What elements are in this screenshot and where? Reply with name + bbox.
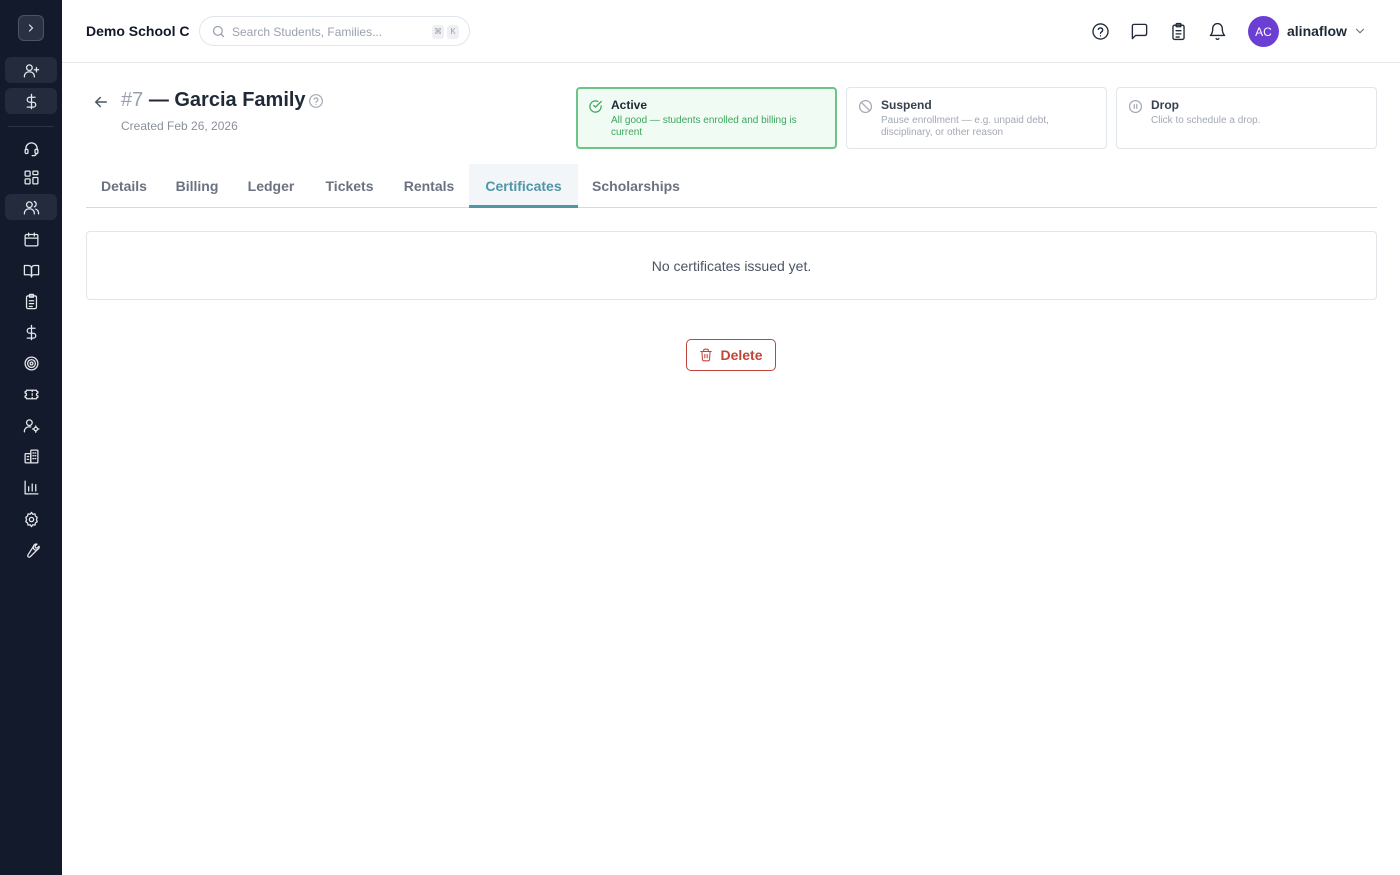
sidebar-item-reports[interactable] xyxy=(5,474,57,500)
tab-certificates[interactable]: Certificates xyxy=(469,164,578,208)
sidebar-item-finance[interactable] xyxy=(5,319,57,345)
tab-rentals[interactable]: Rentals xyxy=(389,164,469,207)
check-circle-icon xyxy=(589,100,602,113)
chevron-right-icon xyxy=(28,24,34,32)
users-icon xyxy=(23,200,39,215)
school-name: Demo School C xyxy=(86,23,190,39)
status-active-card[interactable]: Active All good — students enrolled and … xyxy=(576,87,837,149)
family-name: — Garcia Family xyxy=(148,89,306,111)
tasks-button[interactable] xyxy=(1167,20,1189,42)
tab-ledger[interactable]: Ledger xyxy=(232,164,310,207)
tab-scholarships[interactable]: Scholarships xyxy=(578,164,694,207)
pause-circle-icon xyxy=(1128,99,1143,114)
wrench-icon xyxy=(26,542,40,558)
top-bar: Demo School C ⌘ K AC alinaflow xyxy=(62,0,1400,63)
created-date: Created Feb 26, 2026 xyxy=(121,119,238,133)
help-button[interactable] xyxy=(1089,20,1111,42)
book-icon xyxy=(23,264,39,278)
status-drop-card[interactable]: Drop Click to schedule a drop. xyxy=(1116,87,1377,149)
search-icon xyxy=(212,25,225,38)
tab-details[interactable]: Details xyxy=(86,164,162,207)
bar-chart-icon xyxy=(23,479,39,495)
sidebar-item-families[interactable] xyxy=(5,194,57,220)
back-arrow-icon[interactable] xyxy=(92,93,110,111)
clipboard-icon xyxy=(25,293,37,309)
tab-tickets[interactable]: Tickets xyxy=(310,164,389,207)
trash-icon xyxy=(700,348,713,362)
user-plus-icon xyxy=(23,63,39,78)
family-number: #7 xyxy=(121,89,144,111)
status-title: Suspend xyxy=(881,98,932,112)
status-description: Click to schedule a drop. xyxy=(1151,115,1261,126)
user-name[interactable]: alinaflow xyxy=(1287,23,1347,39)
status-description: All good — students enrolled and billing… xyxy=(611,115,797,138)
building-icon xyxy=(23,448,39,464)
search-input[interactable] xyxy=(232,23,422,41)
help-circle-icon[interactable] xyxy=(308,93,324,109)
ticket-icon xyxy=(23,389,39,399)
family-tabs: Details Billing Ledger Tickets Rentals C… xyxy=(86,164,1377,208)
sidebar xyxy=(0,0,62,875)
status-title: Active xyxy=(611,98,648,112)
sidebar-expand-button[interactable] xyxy=(18,15,44,41)
sidebar-item-calendar[interactable] xyxy=(5,226,57,252)
sidebar-item-add-user[interactable] xyxy=(5,57,57,83)
sidebar-item-courses[interactable] xyxy=(5,257,57,283)
clipboard-icon xyxy=(1171,22,1185,40)
help-circle-icon xyxy=(1091,22,1109,40)
sidebar-divider xyxy=(8,126,54,127)
sidebar-item-buildings[interactable] xyxy=(5,443,57,469)
sidebar-item-dashboard[interactable] xyxy=(5,164,57,190)
sidebar-item-assignments[interactable] xyxy=(5,288,57,314)
bell-icon xyxy=(1209,22,1225,40)
dollar-icon xyxy=(26,93,36,109)
status-suspend-card[interactable]: Suspend Pause enrollment — e.g. unpaid d… xyxy=(846,87,1107,149)
empty-message: No certificates issued yet. xyxy=(651,257,812,274)
headset-icon xyxy=(23,141,39,156)
chevron-down-icon[interactable] xyxy=(1353,24,1367,38)
target-icon xyxy=(23,355,39,371)
shortcut-key-cmd: ⌘ xyxy=(432,25,444,39)
dollar-icon xyxy=(26,324,36,340)
ban-icon xyxy=(858,99,873,114)
certificates-empty-state: No certificates issued yet. xyxy=(86,231,1377,300)
tab-billing[interactable]: Billing xyxy=(162,164,232,207)
status-description: Pause enrollment — e.g. unpaid debt, dis… xyxy=(881,115,1049,138)
global-search[interactable]: ⌘ K xyxy=(199,16,470,46)
sidebar-item-goals[interactable] xyxy=(5,350,57,376)
delete-label: Delete xyxy=(720,347,763,363)
gear-icon xyxy=(24,511,38,527)
messages-button[interactable] xyxy=(1128,20,1150,42)
sidebar-item-staff[interactable] xyxy=(5,412,57,438)
sidebar-item-tools[interactable] xyxy=(5,537,57,563)
dashboard-icon xyxy=(23,169,39,185)
delete-button[interactable]: Delete xyxy=(686,339,776,371)
sidebar-item-settings[interactable] xyxy=(5,506,57,532)
calendar-icon xyxy=(23,231,39,247)
avatar[interactable]: AC xyxy=(1248,16,1279,47)
notifications-button[interactable] xyxy=(1206,20,1228,42)
user-cog-icon xyxy=(23,418,40,433)
sidebar-item-tickets[interactable] xyxy=(5,381,57,407)
sidebar-item-payments[interactable] xyxy=(5,88,57,114)
status-title: Drop xyxy=(1151,98,1179,112)
message-square-icon xyxy=(1131,23,1147,39)
sidebar-item-support[interactable] xyxy=(5,135,57,161)
shortcut-key-k: K xyxy=(447,25,459,39)
page-title: #7 — Garcia Family xyxy=(121,89,306,112)
